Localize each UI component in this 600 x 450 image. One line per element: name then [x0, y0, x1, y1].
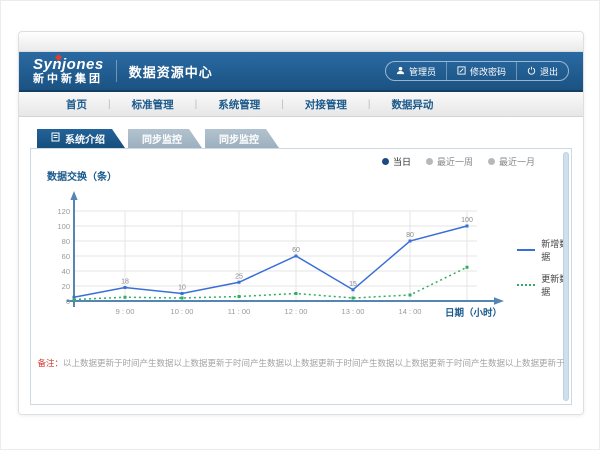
- svg-text:80: 80: [406, 232, 414, 239]
- user-label: 管理员: [409, 65, 436, 78]
- nav-item-1[interactable]: 标准管理: [111, 97, 195, 112]
- legend-line-sample: [517, 249, 535, 251]
- page-title: 数据资源中心: [129, 62, 213, 81]
- app-window: Synjones 新中新集团 数据资源中心 管理员 修改密码: [18, 31, 584, 415]
- tab-0[interactable]: 系统介绍: [37, 129, 125, 148]
- svg-text:10: 10: [178, 285, 186, 292]
- y-axis-title: 数据交换（条）: [47, 168, 117, 183]
- logout-button[interactable]: 退出: [516, 62, 568, 80]
- svg-text:60: 60: [62, 252, 70, 261]
- user-button[interactable]: 管理员: [386, 62, 446, 80]
- header-divider: [116, 60, 117, 82]
- tab-1[interactable]: 同步监控: [128, 129, 202, 148]
- svg-text:100: 100: [461, 217, 473, 224]
- content-panel: 当日 最近一周 最近一月 数据交换（条） 0 20 40 60 80 100 120 9 : 00…: [30, 148, 572, 405]
- time-range-filter: 当日 最近一周 最近一月: [382, 155, 535, 168]
- footnote-text: 以上数据更新于时间产生数据以上数据更新于时间产生数据以上数据更新于时间产生数据以…: [63, 358, 565, 368]
- screenshot-stage: Synjones 新中新集团 数据资源中心 管理员 修改密码: [0, 0, 600, 450]
- legend-line-sample: [517, 284, 535, 286]
- radio-dot: [382, 158, 389, 165]
- footnote-prefix: 备注：: [37, 358, 63, 368]
- svg-text:15: 15: [349, 281, 357, 288]
- radio-dot: [488, 158, 495, 165]
- radio-dot: [426, 158, 433, 165]
- nav-item-2[interactable]: 系统管理: [197, 97, 281, 112]
- tab-label: 同步监控: [142, 131, 182, 146]
- document-icon: [51, 132, 60, 145]
- svg-text:80: 80: [62, 237, 70, 246]
- tab-2[interactable]: 同步监控: [205, 129, 279, 148]
- svg-text:25: 25: [235, 273, 243, 280]
- power-icon: [527, 66, 536, 77]
- radio-option-1[interactable]: 最近一周: [426, 155, 473, 168]
- nav-item-4[interactable]: 数据异动: [370, 97, 454, 112]
- footnote: 备注：以上数据更新于时间产生数据以上数据更新于时间产生数据以上数据更新于时间产生…: [37, 357, 564, 369]
- change-password-label: 修改密码: [470, 65, 506, 78]
- svg-text:100: 100: [57, 222, 70, 231]
- change-password-button[interactable]: 修改密码: [446, 62, 516, 80]
- radio-label: 最近一周: [437, 155, 473, 168]
- radio-option-2[interactable]: 最近一月: [488, 155, 535, 168]
- svg-text:18: 18: [121, 279, 129, 286]
- radio-label: 最近一月: [499, 155, 535, 168]
- svg-text:12 : 00: 12 : 00: [285, 307, 308, 316]
- svg-text:0: 0: [66, 297, 70, 306]
- svg-text:10 : 00: 10 : 00: [171, 307, 194, 316]
- nav-item-3[interactable]: 对接管理: [284, 97, 368, 112]
- tab-label: 系统介绍: [65, 131, 105, 146]
- svg-text:日期（小时）: 日期（小时）: [445, 307, 502, 319]
- window-chrome: [19, 32, 583, 52]
- logout-label: 退出: [540, 65, 558, 78]
- user-icon: [396, 66, 405, 77]
- svg-text:20: 20: [62, 282, 70, 291]
- tab-bar: 系统介绍 同步监控 同步监控: [37, 129, 583, 148]
- svg-text:40: 40: [62, 267, 70, 276]
- svg-text:11 : 00: 11 : 00: [228, 307, 250, 316]
- logo-subtext: 新中新集团: [33, 74, 104, 85]
- content-area: 系统介绍 同步监控 同步监控 当日 最近一周 最近一月 数据交换（条） 0 20 40 60 8…: [19, 117, 583, 414]
- app-header: Synjones 新中新集团 数据资源中心 管理员 修改密码: [19, 52, 583, 92]
- svg-text:120: 120: [57, 207, 70, 216]
- nav-item-0[interactable]: 首页: [45, 97, 108, 112]
- user-menu: 管理员 修改密码 退出: [385, 61, 569, 81]
- svg-text:9 : 00: 9 : 00: [116, 307, 135, 316]
- svg-text:14 : 00: 14 : 00: [399, 307, 422, 316]
- logo-text: Synjones: [33, 57, 104, 72]
- tab-label: 同步监控: [219, 131, 259, 146]
- svg-text:60: 60: [292, 247, 300, 254]
- radio-option-0[interactable]: 当日: [382, 155, 411, 168]
- logo: Synjones 新中新集团: [33, 57, 104, 85]
- svg-text:13 : 00: 13 : 00: [342, 307, 365, 316]
- edit-icon: [457, 66, 466, 77]
- radio-label: 当日: [393, 155, 411, 168]
- line-chart: 0 20 40 60 80 100 120 9 : 00 10 : 00 11 : 00 12 : …: [41, 185, 521, 337]
- main-nav: 首页|标准管理|系统管理|对接管理|数据异动: [19, 92, 583, 117]
